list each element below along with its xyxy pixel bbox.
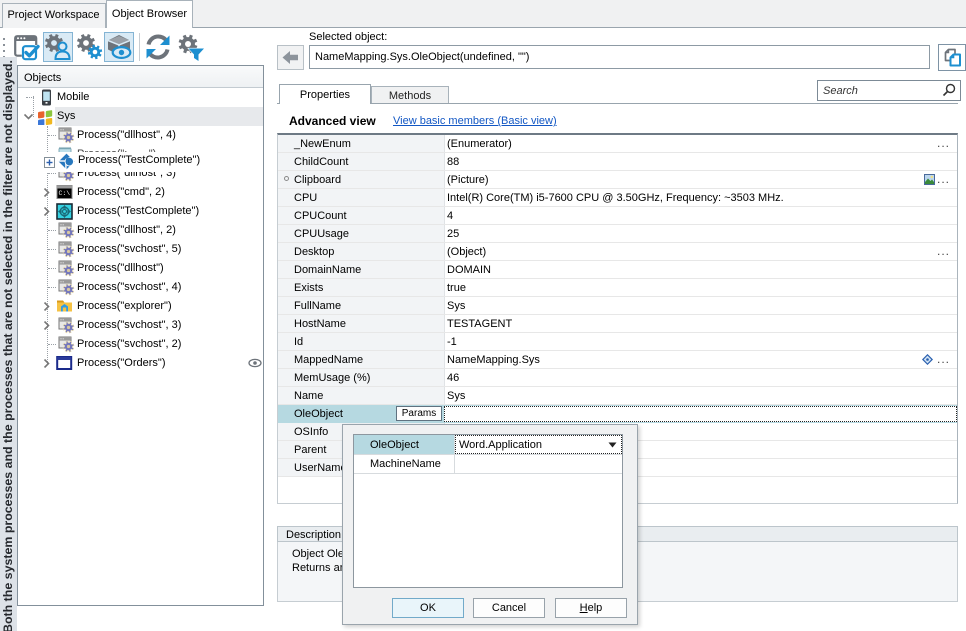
svg-text:C:\: C:\ xyxy=(59,190,71,197)
